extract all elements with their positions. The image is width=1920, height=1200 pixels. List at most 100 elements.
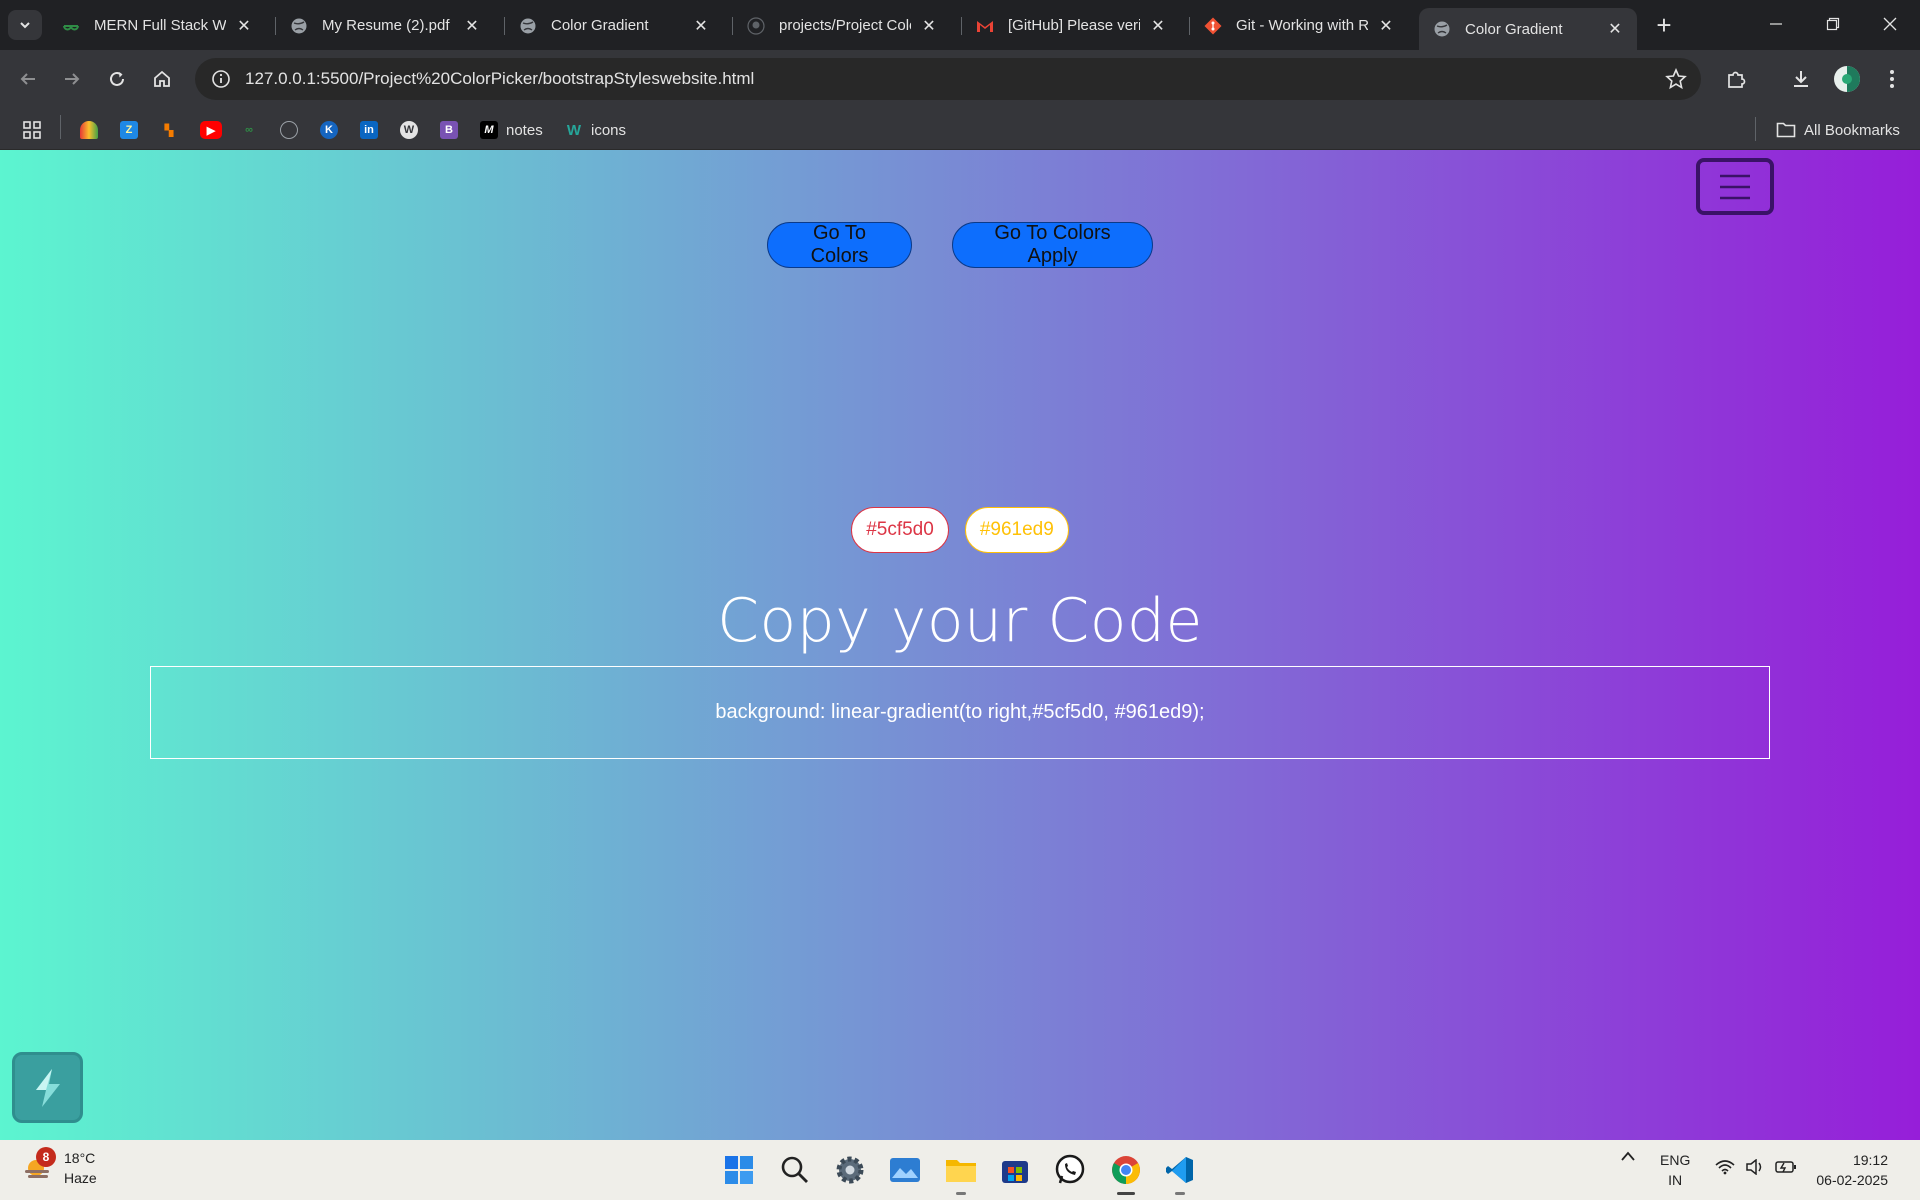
blocks-icon: ▚ — [160, 121, 178, 139]
taskbar-store[interactable] — [995, 1150, 1035, 1190]
bookmarks-bar: Z ▚ ▶ ∞ K in W B M notes W icons All Boo… — [0, 108, 1920, 150]
bookmark-star-icon[interactable] — [1665, 67, 1687, 95]
battery-icon[interactable] — [1775, 1159, 1797, 1175]
bookmark-linkedin[interactable]: in — [360, 119, 378, 141]
start-button[interactable] — [719, 1150, 759, 1190]
bookmark-bootstrap[interactable]: B — [440, 119, 458, 141]
taskbar-settings[interactable] — [830, 1150, 870, 1190]
wifi-icon[interactable] — [1715, 1159, 1735, 1175]
browser-toolbar: 127.0.0.1:5500/Project%20ColorPicker/boo… — [0, 50, 1920, 108]
all-bookmarks-label: All Bookmarks — [1804, 121, 1900, 139]
navbar-toggler-button[interactable] — [1696, 158, 1774, 215]
page-content: Go To Colors Go To Colors Apply #5cf5d0 … — [0, 150, 1920, 1140]
color-chip-start[interactable]: #5cf5d0 — [851, 507, 949, 553]
tab-search-button[interactable] — [8, 10, 42, 40]
whatsapp-icon — [1055, 1154, 1085, 1184]
bookmark-gfg[interactable]: ∞ — [240, 119, 258, 141]
lightning-icon — [35, 1068, 60, 1107]
tab-title: [GitHub] Please verify — [1008, 17, 1140, 34]
haze-weather-icon: 8 — [22, 1147, 56, 1184]
tab-7-active[interactable]: Color Gradient ✕ — [1419, 8, 1637, 50]
taskbar-vscode[interactable] — [1160, 1150, 1200, 1195]
close-window-button[interactable] — [1862, 0, 1918, 48]
close-icon[interactable]: ✕ — [234, 16, 254, 36]
gmail-icon — [976, 17, 994, 35]
profile-avatar[interactable] — [1830, 62, 1864, 96]
downloads-button[interactable] — [1784, 62, 1818, 96]
new-tab-button[interactable]: + — [1650, 12, 1678, 40]
reload-button[interactable] — [100, 62, 134, 96]
reload-icon — [110, 71, 124, 86]
weather-widget[interactable]: 8 18°C Haze — [22, 1147, 97, 1188]
tab-title: projects/Project Colo — [779, 17, 911, 34]
close-icon[interactable]: ✕ — [691, 16, 711, 36]
bookmark-notes[interactable]: M notes — [480, 119, 543, 141]
wordpress-icon: W — [400, 121, 418, 139]
taskbar-photos[interactable] — [885, 1150, 925, 1190]
code-output-box[interactable]: background: linear-gradient(to right,#5c… — [150, 666, 1770, 759]
close-icon[interactable]: ✕ — [1376, 16, 1396, 36]
apps-button[interactable] — [22, 119, 42, 141]
bookmark-2[interactable]: Z — [120, 119, 138, 141]
close-icon[interactable]: ✕ — [1605, 19, 1625, 39]
bookmark-kotlin[interactable]: K — [320, 119, 338, 141]
bookmark-youtube[interactable]: ▶ — [200, 119, 222, 141]
tab-4[interactable]: projects/Project Colo ✕ — [733, 7, 951, 44]
windows-logo-icon — [725, 1156, 753, 1184]
back-button[interactable] — [11, 62, 45, 96]
download-icon — [1794, 71, 1808, 87]
linkedin-icon: in — [360, 121, 378, 139]
windows-taskbar: 8 18°C Haze ENG IN 19:12 06-02-2025 — [0, 1140, 1920, 1200]
language-indicator[interactable]: ENG IN — [1660, 1150, 1690, 1190]
taskbar-file-explorer[interactable] — [941, 1150, 981, 1195]
weather-temp: 18°C — [64, 1150, 96, 1166]
search-icon — [781, 1156, 808, 1183]
bookmark-github[interactable] — [280, 119, 298, 141]
nav-links: Go To Colors Go To Colors Apply — [0, 222, 1920, 268]
color-chips: #5cf5d0 #961ed9 — [0, 507, 1920, 553]
volume-icon[interactable] — [1745, 1159, 1765, 1175]
all-bookmarks-button[interactable]: All Bookmarks — [1776, 119, 1900, 141]
chrome-menu-button[interactable] — [1875, 62, 1909, 96]
language-line-2: IN — [1668, 1172, 1683, 1188]
kebab-menu-icon — [1890, 70, 1894, 88]
running-indicator — [1175, 1192, 1185, 1195]
extensions-button[interactable] — [1719, 62, 1753, 96]
search-button[interactable] — [775, 1150, 815, 1190]
youtube-icon: ▶ — [200, 121, 222, 139]
minimize-button[interactable] — [1748, 0, 1804, 48]
bookmark-3[interactable]: ▚ — [160, 119, 178, 141]
tab-6[interactable]: Git - Working with Re ✕ — [1190, 7, 1408, 44]
tab-1[interactable]: MERN Full Stack Web ✕ — [48, 7, 266, 44]
hamburger-icon — [1720, 174, 1750, 199]
bookmark-icons[interactable]: W icons — [565, 119, 626, 141]
github-icon — [280, 121, 298, 139]
notification-badge: 8 — [36, 1147, 56, 1167]
taskbar-whatsapp[interactable] — [1050, 1150, 1090, 1190]
close-icon[interactable]: ✕ — [462, 16, 482, 36]
address-bar[interactable]: 127.0.0.1:5500/Project%20ColorPicker/boo… — [195, 58, 1701, 100]
go-to-colors-apply-button[interactable]: Go To Colors Apply — [952, 222, 1153, 268]
show-hidden-icons-button[interactable] — [1620, 1150, 1636, 1162]
bookmark-wordpress[interactable]: W — [400, 119, 418, 141]
weather-condition: Haze — [64, 1170, 97, 1186]
system-clock[interactable]: 19:12 06-02-2025 — [1816, 1150, 1888, 1190]
tab-3[interactable]: Color Gradient ✕ — [505, 7, 723, 44]
chrome-icon — [1112, 1156, 1140, 1184]
tab-5[interactable]: [GitHub] Please verify ✕ — [962, 7, 1180, 44]
home-button[interactable] — [145, 62, 179, 96]
photos-icon — [890, 1158, 920, 1182]
taskbar-chrome[interactable] — [1106, 1150, 1146, 1195]
tab-2[interactable]: My Resume (2).pdf ✕ — [276, 7, 494, 44]
close-icon[interactable]: ✕ — [919, 16, 939, 36]
restore-button[interactable] — [1805, 0, 1861, 48]
forward-button[interactable] — [55, 62, 89, 96]
go-to-colors-button[interactable]: Go To Colors — [767, 222, 912, 268]
bookmark-1[interactable] — [80, 119, 98, 141]
close-icon[interactable]: ✕ — [1148, 16, 1168, 36]
multicolor-arc-icon — [80, 121, 98, 139]
floating-app-button[interactable] — [12, 1052, 83, 1123]
github-icon — [747, 16, 765, 35]
site-info-icon[interactable] — [201, 69, 241, 89]
color-chip-end[interactable]: #961ed9 — [964, 507, 1069, 553]
